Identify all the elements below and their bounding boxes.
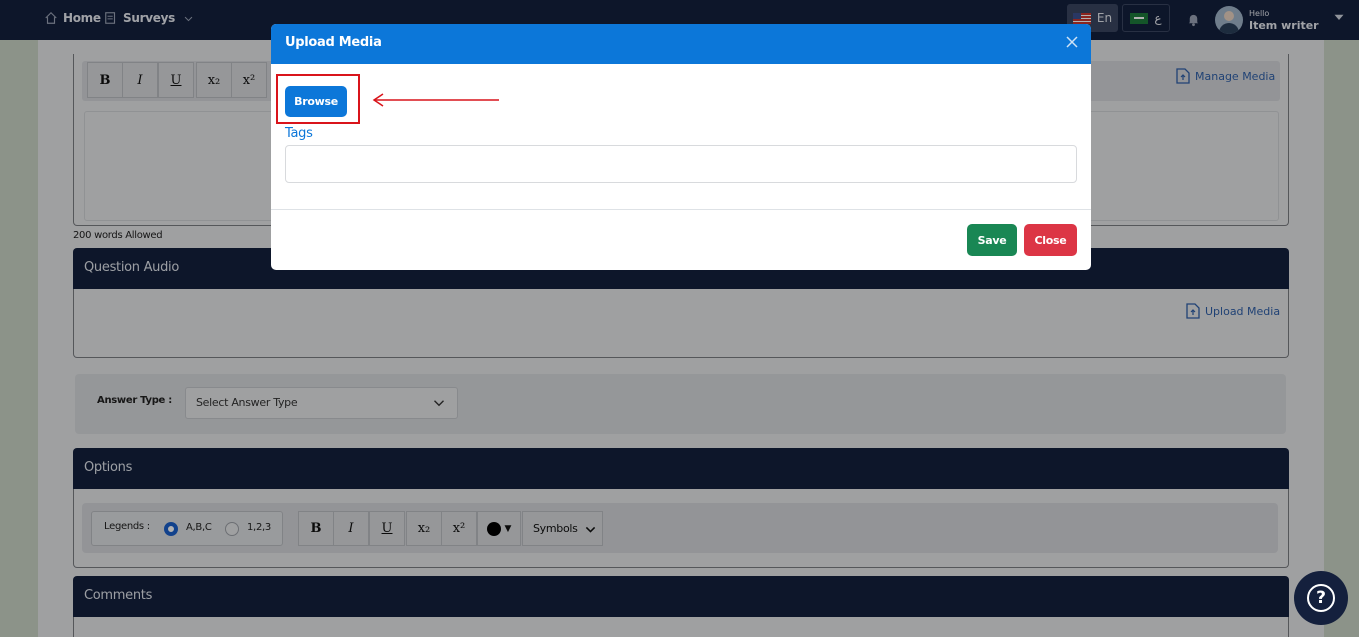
tags-label: Tags (285, 126, 313, 141)
modal-title: Upload Media (285, 35, 382, 50)
modal-header: Upload Media (271, 24, 1091, 64)
tags-input[interactable] (285, 145, 1077, 183)
save-button[interactable]: Save (967, 224, 1017, 256)
question-mark-icon: ? (1307, 584, 1335, 612)
close-icon[interactable] (1065, 35, 1079, 49)
browse-button[interactable]: Browse (285, 86, 347, 117)
arrow-left-icon (372, 93, 499, 107)
upload-media-modal: Upload Media Browse Tags Save Close (271, 24, 1091, 270)
help-button[interactable]: ? (1294, 571, 1348, 625)
close-button[interactable]: Close (1024, 224, 1077, 256)
modal-divider (271, 209, 1091, 210)
